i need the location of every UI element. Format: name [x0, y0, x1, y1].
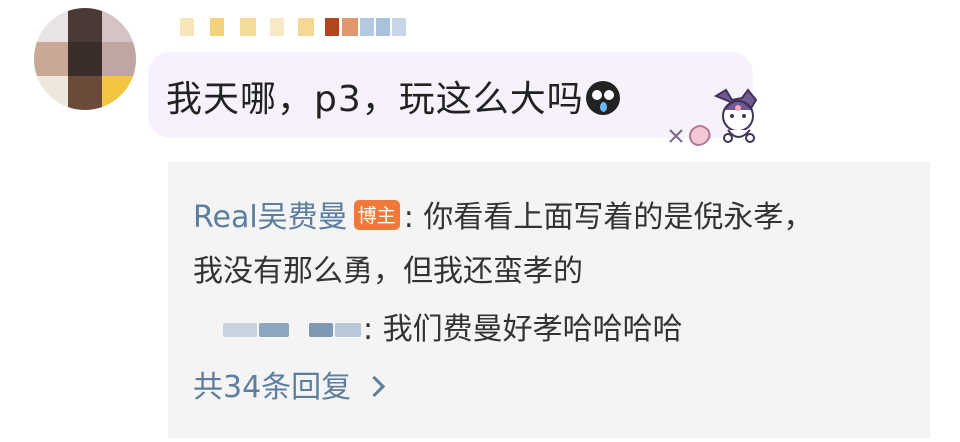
avatar-pixel [34, 76, 68, 110]
reply-text: 我们费曼好孝哈哈哈哈 [373, 312, 683, 347]
avatar-pixel [102, 42, 136, 76]
avatar-pixel [68, 76, 102, 110]
view-all-replies-button[interactable]: 共34条回复 [193, 362, 386, 406]
reply-item[interactable]: Real吴费曼 博主: 你看看上面写着的是倪永孝， [193, 192, 813, 236]
replies-panel: Real吴费曼 博主: 你看看上面写着的是倪永孝， 我没有那么勇，但我还蛮孝的 :… [168, 162, 930, 438]
author-badge: 博主 [353, 200, 400, 230]
comment-text: 我天哪，p3，玩这么大吗 [166, 70, 620, 122]
reply-text-line1: 你看看上面写着的是倪永孝， [413, 200, 814, 235]
reply-separator: : [363, 312, 374, 347]
reply-text-line2: 我没有那么勇，但我还蛮孝的 [193, 254, 583, 289]
avatar-pixel [68, 42, 102, 76]
avatar-pixel [68, 8, 102, 42]
comment-text-content: 我天哪，p3，玩这么大吗 [166, 79, 584, 120]
reply-author-mosaic[interactable] [193, 311, 363, 345]
crying-face-icon [585, 81, 620, 115]
chevron-right-icon [364, 375, 386, 398]
reply-separator: : [403, 200, 414, 235]
kuromi-sticker [662, 86, 770, 156]
reply-author[interactable]: Real吴费曼 [193, 200, 348, 235]
view-all-replies-label: 共34条回复 [193, 370, 352, 405]
reply-item[interactable]: : 我们费曼好孝哈哈哈哈 [193, 304, 683, 348]
avatar-pixel [34, 8, 68, 42]
avatar-pixel [34, 42, 68, 76]
avatar-pixel [102, 76, 136, 110]
avatar-pixel [102, 8, 136, 42]
user-avatar[interactable] [34, 8, 136, 110]
